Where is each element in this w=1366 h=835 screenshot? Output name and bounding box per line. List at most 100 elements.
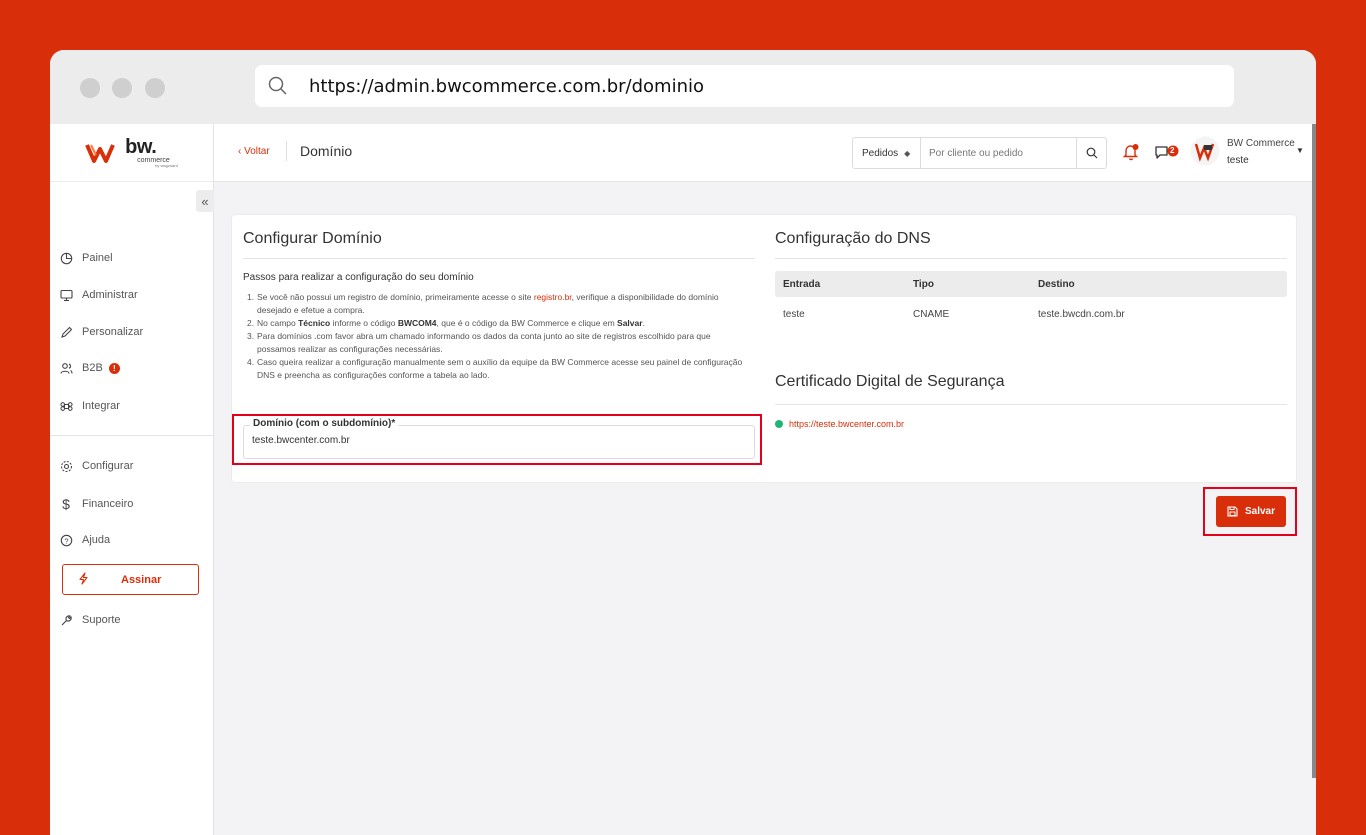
column-header: Tipo	[913, 279, 934, 290]
list-item: 1. Se você não possui um registro de dom…	[247, 292, 719, 315]
assinar-button[interactable]: Assinar	[62, 564, 199, 595]
divider	[775, 258, 1287, 259]
command-icon	[59, 399, 73, 413]
gear-icon	[59, 459, 73, 473]
divider	[243, 258, 755, 259]
avatar[interactable]	[1190, 136, 1220, 166]
search-icon	[1086, 147, 1097, 159]
sidebar-item-label: Painel	[82, 252, 113, 264]
domain-field-label: Domínio (com o subdomínio)*	[250, 418, 399, 429]
topbar-divider	[286, 141, 287, 161]
column-header: Destino	[1038, 279, 1075, 290]
config-title: Configurar Domínio	[243, 230, 382, 247]
list-item: 2. No campo Técnico informe o código BWC…	[247, 318, 645, 328]
sidebar-item-label: Personalizar	[82, 326, 144, 338]
sidebar-item-label: B2B	[82, 362, 103, 374]
sidebar-item-integrar[interactable]: Integrar	[59, 396, 209, 416]
table-cell: CNAME	[913, 309, 950, 320]
certificate-status: https://teste.bwcenter.com.br	[775, 419, 904, 429]
window-close-dot[interactable]	[80, 78, 100, 98]
messages-count-badge: 2	[1170, 146, 1175, 155]
table-cell: teste	[783, 309, 805, 320]
alert-badge: !	[108, 362, 120, 374]
sidebar-item-label: Ajuda	[82, 534, 111, 546]
sidebar-item-label: Integrar	[82, 400, 120, 412]
order-search: Pedidos ◆	[852, 137, 1107, 169]
dollar-icon: $	[62, 496, 70, 512]
save-button[interactable]: Salvar	[1216, 496, 1286, 527]
sidebar-item-financeiro[interactable]: $ Financeiro	[59, 494, 209, 514]
user-store[interactable]: teste	[1227, 155, 1249, 166]
window-maximize-dot[interactable]	[145, 78, 165, 98]
bolt-icon	[78, 571, 89, 588]
topbar: ‹ Voltar Domínio Pedidos ◆ 2	[214, 124, 1316, 182]
address-bar[interactable]: https://admin.bwcommerce.com.br/dominio	[255, 65, 1234, 107]
sidebar-item-b2b[interactable]: B2B !	[59, 358, 209, 378]
app: bw. commerce by wagzoard « Painel Admini…	[50, 124, 1316, 835]
sort-caret-icon: ◆	[904, 148, 911, 158]
users-icon	[59, 361, 73, 375]
certificate-url-link[interactable]: https://teste.bwcenter.com.br	[789, 419, 904, 429]
floppy-disk-icon	[1227, 506, 1238, 517]
notifications-bell-icon[interactable]	[1122, 142, 1140, 162]
sidebar-item-suporte[interactable]: Suporte	[59, 610, 209, 630]
dns-title: Configuração do DNS	[775, 230, 931, 247]
svg-text:?: ?	[64, 536, 68, 545]
back-link[interactable]: ‹ Voltar	[238, 146, 270, 157]
column-header: Entrada	[783, 279, 821, 290]
window-minimize-dot[interactable]	[112, 78, 132, 98]
sidebar-divider	[50, 435, 213, 436]
sidebar-item-label: Financeiro	[82, 498, 134, 510]
table-row: teste CNAME teste.bwcdn.com.br	[775, 301, 1287, 327]
save-button-highlight: Salvar	[1203, 487, 1297, 536]
sidebar: bw. commerce by wagzoard « Painel Admini…	[50, 124, 214, 835]
list-item: 4. Caso queira realizar a configuração m…	[247, 357, 743, 380]
list-item: 3. Para domínios .com favor abra um cham…	[247, 331, 711, 354]
pencil-icon	[59, 325, 73, 339]
domain-input[interactable]	[252, 435, 742, 446]
logo-mark-icon	[85, 143, 115, 163]
sidebar-item-label: Suporte	[82, 614, 121, 626]
page-title: Domínio	[300, 143, 353, 159]
browser-window: https://admin.bwcommerce.com.br/dominio …	[50, 50, 1316, 835]
registro-link[interactable]: registro.br	[534, 292, 572, 302]
sidebar-item-label: Administrar	[82, 289, 138, 301]
sidebar-item-personalizar[interactable]: Personalizar	[59, 322, 209, 342]
search-type-select[interactable]: Pedidos ◆	[853, 138, 921, 168]
sidebar-item-administrar[interactable]: Administrar	[59, 285, 209, 305]
chevron-down-icon[interactable]: ▼	[1296, 146, 1304, 155]
status-dot-icon	[775, 420, 783, 428]
sidebar-item-label: Configurar	[82, 460, 134, 472]
steps-list: 1. Se você não possui um registro de dom…	[247, 291, 747, 382]
dns-table-header: Entrada Tipo Destino	[775, 271, 1287, 297]
wrench-icon	[59, 613, 73, 627]
help-circle-icon: ?	[59, 533, 73, 547]
brand-logo[interactable]: bw. commerce by wagzoard	[50, 124, 213, 182]
user-name[interactable]: BW Commerce	[1227, 138, 1295, 149]
search-type-value: Pedidos	[862, 147, 899, 159]
search-icon	[267, 75, 289, 97]
pie-chart-icon	[59, 251, 73, 265]
browser-chrome: https://admin.bwcommerce.com.br/dominio	[50, 50, 1316, 124]
sidebar-collapse-button[interactable]: «	[196, 190, 214, 212]
logo-text: bw.	[125, 136, 157, 158]
domain-card: Configurar Domínio Passos para realizar …	[232, 215, 1296, 482]
search-input[interactable]	[921, 138, 1076, 168]
domain-field-highlight: Domínio (com o subdomínio)*	[232, 414, 762, 465]
main-content: Configurar Domínio Passos para realizar …	[214, 182, 1316, 835]
steps-title: Passos para realizar a configuração do s…	[243, 272, 474, 283]
address-url[interactable]: https://admin.bwcommerce.com.br/dominio	[309, 76, 704, 97]
sidebar-item-configurar[interactable]: Configurar	[59, 456, 209, 476]
assinar-label: Assinar	[121, 573, 162, 586]
table-cell: teste.bwcdn.com.br	[1038, 309, 1125, 320]
messages-icon[interactable]: 2	[1154, 143, 1182, 163]
search-button[interactable]	[1076, 138, 1106, 168]
sidebar-item-painel[interactable]: Painel	[59, 248, 209, 268]
logo-byline: by wagzoard	[155, 163, 178, 168]
monitor-icon	[59, 288, 73, 302]
sidebar-item-ajuda[interactable]: ? Ajuda	[59, 530, 209, 550]
divider	[775, 404, 1287, 405]
certificate-title: Certificado Digital de Segurança	[775, 373, 1005, 390]
domain-field: Domínio (com o subdomínio)*	[243, 418, 755, 459]
scrollbar[interactable]	[1312, 124, 1316, 778]
